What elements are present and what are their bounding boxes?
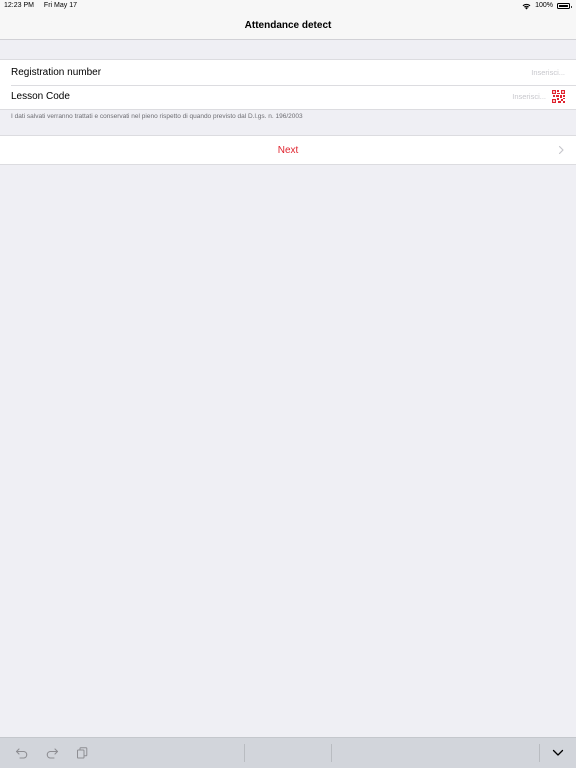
lesson-code-label: Lesson Code — [11, 91, 70, 103]
undo-icon — [15, 748, 28, 759]
status-date: Fri May 17 — [43, 2, 77, 9]
keyboard-tools — [0, 738, 244, 768]
battery-level — [559, 5, 568, 7]
next-label: Next — [277, 144, 299, 156]
undo-button[interactable] — [14, 745, 30, 761]
attendance-form: Registration number Lesson Code — [0, 59, 576, 110]
privacy-note: I dati salvati verranno trattati e conse… — [11, 113, 303, 120]
status-time: 12:23 PM — [4, 2, 34, 9]
navigation-bar: Attendance detect — [0, 12, 576, 40]
keyboard-shortcut-bar — [0, 737, 576, 768]
qr-code-icon[interactable] — [552, 90, 565, 104]
lesson-code-row[interactable]: Lesson Code — [0, 84, 576, 110]
chevron-down-icon — [552, 749, 564, 756]
hide-keyboard-button[interactable] — [540, 738, 576, 768]
paste-button[interactable] — [74, 745, 90, 761]
keyboard-suggestion-slot — [332, 738, 539, 768]
chevron-right-icon — [558, 145, 564, 155]
registration-right — [505, 67, 565, 77]
status-right: 100% — [522, 0, 572, 12]
status-bar: 12:23 PM Fri May 17 100% — [0, 0, 576, 12]
battery-icon — [557, 3, 572, 9]
battery-percent: 100% — [535, 2, 553, 9]
redo-button[interactable] — [44, 745, 60, 761]
paste-icon — [77, 747, 88, 759]
lesson-code-input[interactable] — [486, 92, 546, 102]
page-title: Attendance detect — [244, 20, 332, 31]
keyboard-suggestion-slot — [245, 738, 331, 768]
status-left: 12:23 PM Fri May 17 — [4, 0, 85, 12]
registration-label: Registration number — [11, 66, 102, 78]
next-button[interactable]: Next — [0, 135, 576, 165]
lesson-code-right — [486, 90, 565, 104]
redo-icon — [46, 748, 59, 759]
registration-row[interactable]: Registration number — [0, 60, 576, 85]
registration-number-input[interactable] — [505, 67, 565, 77]
wifi-icon — [522, 3, 531, 9]
